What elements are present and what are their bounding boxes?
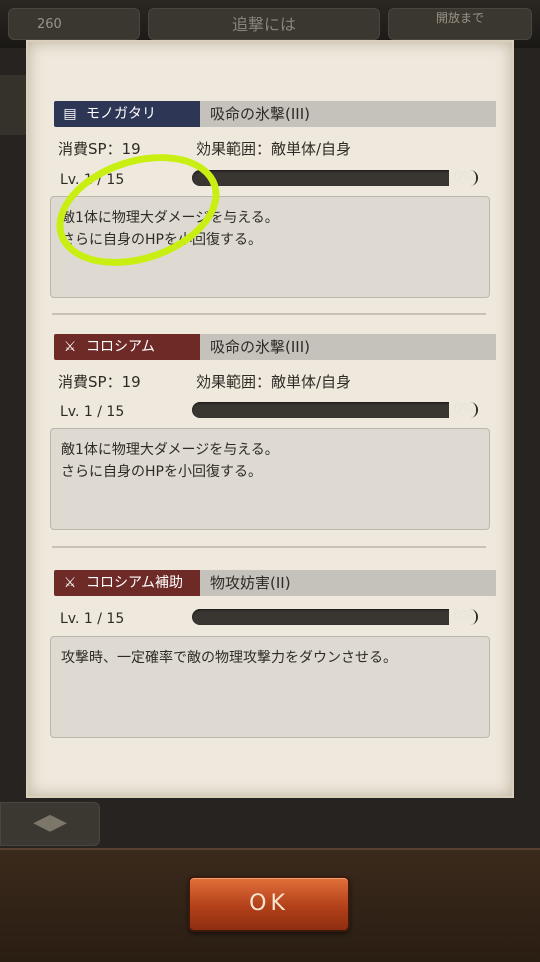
- nav-arrows-button[interactable]: ◀▶: [0, 802, 100, 846]
- category-tag: ⚔ コロシアム補助: [54, 570, 200, 596]
- skill-description: 敵1体に物理大ダメージを与える。 さらに自身のHPを小回復する。: [50, 428, 490, 530]
- description-line: 攻撃時、一定確率で敵の物理攻撃力をダウンさせる。: [61, 650, 397, 666]
- category-label: モノガタリ: [86, 106, 156, 122]
- skill-name: 物攻妨害(II): [200, 570, 496, 596]
- level-label: Lv. 1 / 15: [60, 172, 125, 188]
- category-tag: ▤ モノガタリ: [54, 101, 200, 127]
- left-right-arrow-icon: ◀▶: [33, 810, 67, 835]
- description-line: さらに自身のHPを小回復する。: [61, 232, 262, 248]
- description-line: 敵1体に物理大ダメージを与える。: [61, 442, 279, 458]
- category-label: コロシアム: [86, 339, 156, 355]
- effect-range: 効果範囲：敵単体/自身: [196, 373, 352, 391]
- level-progress-bar: 0%: [192, 402, 478, 418]
- currency-display: 260: [8, 8, 140, 40]
- skill-description: 攻撃時、一定確率で敵の物理攻撃力をダウンさせる。: [50, 636, 490, 738]
- ok-button[interactable]: OK: [188, 876, 350, 932]
- crossed-swords-support-icon: ⚔: [63, 575, 77, 591]
- section-divider: [52, 313, 486, 315]
- category-label: コロシアム補助: [86, 575, 184, 591]
- skill-name: 吸命の氷撃(III): [200, 334, 496, 360]
- level-progress-bar: 0%: [192, 170, 478, 186]
- background-tab: [0, 75, 26, 135]
- book-icon: ▤: [63, 106, 77, 122]
- effect-range: 効果範囲：敵単体/自身: [196, 140, 352, 158]
- sp-cost: 消費SP：19: [58, 140, 141, 158]
- sp-cost: 消費SP：19: [58, 373, 141, 391]
- description-line: さらに自身のHPを小回復する。: [61, 464, 262, 480]
- level-label: Lv. 1 / 15: [60, 404, 125, 420]
- crossed-swords-icon: ⚔: [63, 339, 77, 355]
- section-divider: [52, 546, 486, 548]
- progress-percent: 0%: [449, 609, 476, 625]
- progress-percent: 0%: [449, 170, 476, 186]
- category-tag: ⚔ コロシアム: [54, 334, 200, 360]
- progress-percent: 0%: [449, 402, 476, 418]
- unlock-info: 開放まで: [388, 8, 532, 40]
- skill-description: 敵1体に物理大ダメージを与える。 さらに自身のHPを小回復する。: [50, 196, 490, 298]
- level-progress-bar: 0%: [192, 609, 478, 625]
- skill-name: 吸命の氷撃(III): [200, 101, 496, 127]
- skill-detail-panel: ▤ モノガタリ 吸命の氷撃(III) 消費SP：19 効果範囲：敵単体/自身 L…: [26, 40, 514, 798]
- level-label: Lv. 1 / 15: [60, 611, 125, 627]
- description-line: 敵1体に物理大ダメージを与える。: [61, 210, 279, 226]
- header-label: 追撃には: [148, 8, 380, 40]
